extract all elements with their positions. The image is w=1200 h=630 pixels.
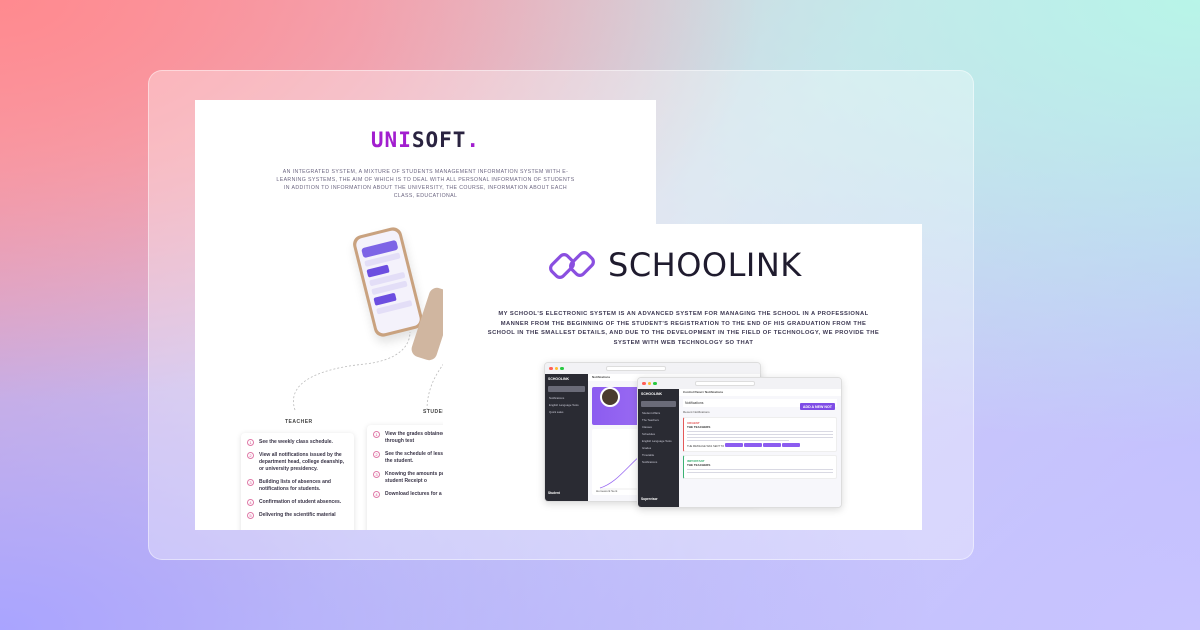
recipient-tag — [762, 443, 781, 447]
schoolink-wordmark: SCHOOLINK — [608, 246, 802, 284]
main-content: Control Panel / Notifications Notificati… — [679, 389, 841, 507]
sidebar-role: Supervisor — [641, 497, 658, 501]
sidebar-item-language-tests[interactable]: English Language Tests — [545, 401, 588, 408]
schoolink-logo: SCHOOLINK — [548, 246, 802, 284]
add-notification-button[interactable]: ADD A NEW NOT — [799, 403, 835, 410]
graph-label: Homework Sent — [596, 489, 618, 493]
notification-card[interactable]: URGENT THE TEACHERS THE MESSAGE WAS SENT… — [683, 417, 837, 452]
browser-titlebar — [545, 363, 760, 374]
list-item: 4 Confirmation of student absences. — [247, 499, 348, 506]
sidebar-item-language-tests[interactable]: English Language Tests — [638, 437, 679, 444]
sidebar: SCHOOLINK Student Affairs The Teachers C… — [638, 389, 679, 507]
sidebar-item-classes[interactable]: Classes — [638, 423, 679, 430]
teacher-label: TEACHER — [285, 419, 313, 425]
sidebar-role: Student — [548, 491, 560, 495]
notification-card[interactable]: IMPORTANT THE TEACHERS — [683, 455, 837, 479]
browser-titlebar — [638, 378, 841, 389]
supervisor-dashboard-window: SCHOOLINK Student Affairs The Teachers C… — [637, 377, 842, 508]
list-item: 3 Building lists of absences and notifica… — [247, 479, 348, 493]
recipient-tag — [724, 443, 743, 447]
notification-title: THE TEACHERS — [687, 425, 711, 429]
sidebar-user[interactable] — [548, 386, 585, 392]
sent-to-label: THE MESSAGE WAS SENT TO — [687, 445, 725, 448]
sidebar-item-student-affairs[interactable]: Student Affairs — [638, 409, 679, 416]
sidebar-item-notifications[interactable]: Notifications — [545, 394, 588, 401]
teacher-features-list: 1 See the weekly class schedule. 2 View al… — [241, 433, 354, 530]
list-item: 2 View all notifications issued by the de… — [247, 452, 348, 473]
sidebar-item-grades[interactable]: Grades — [638, 444, 679, 451]
recipient-tag — [743, 443, 762, 447]
schoolink-description: My school's electronic system is an adva… — [487, 311, 880, 346]
sidebar-item-quick-sales[interactable]: Quick sales — [545, 408, 588, 415]
sidebar: SCHOOLINK Notifications English Language… — [545, 374, 588, 501]
list-item: 5 Delivering the scientific material — [247, 512, 348, 519]
minimize-dot[interactable] — [554, 366, 558, 371]
sidebar-brand: SCHOOLINK — [548, 377, 569, 381]
close-dot[interactable] — [642, 381, 646, 386]
sidebar-item-notifications[interactable]: Notifications — [638, 458, 679, 465]
close-dot[interactable] — [549, 366, 553, 371]
maximize-dot[interactable] — [560, 366, 564, 371]
minimize-dot[interactable] — [647, 381, 651, 386]
recipient-tag — [781, 443, 800, 447]
sidebar-brand: SCHOOLINK — [641, 392, 662, 396]
recent-notifications-label: Recent Notifications — [683, 410, 710, 414]
link-icon — [549, 251, 595, 279]
maximize-dot[interactable] — [653, 381, 657, 386]
sidebar-user[interactable] — [641, 401, 676, 407]
sidebar-item-timetable[interactable]: Timetable — [638, 451, 679, 458]
sidebar-item-schedules[interactable]: Schedules — [638, 430, 679, 437]
sidebar-item-teachers[interactable]: The Teachers — [638, 416, 679, 423]
address-bar[interactable] — [694, 381, 755, 386]
list-item: 1 See the weekly class schedule. — [247, 439, 348, 446]
breadcrumb: Control Panel / Notifications — [679, 389, 841, 396]
address-bar[interactable] — [605, 366, 666, 371]
notification-title: THE TEACHERS — [687, 463, 711, 467]
avatar — [600, 387, 620, 407]
schoolink-card: SCHOOLINK My school's electronic system … — [443, 224, 922, 530]
